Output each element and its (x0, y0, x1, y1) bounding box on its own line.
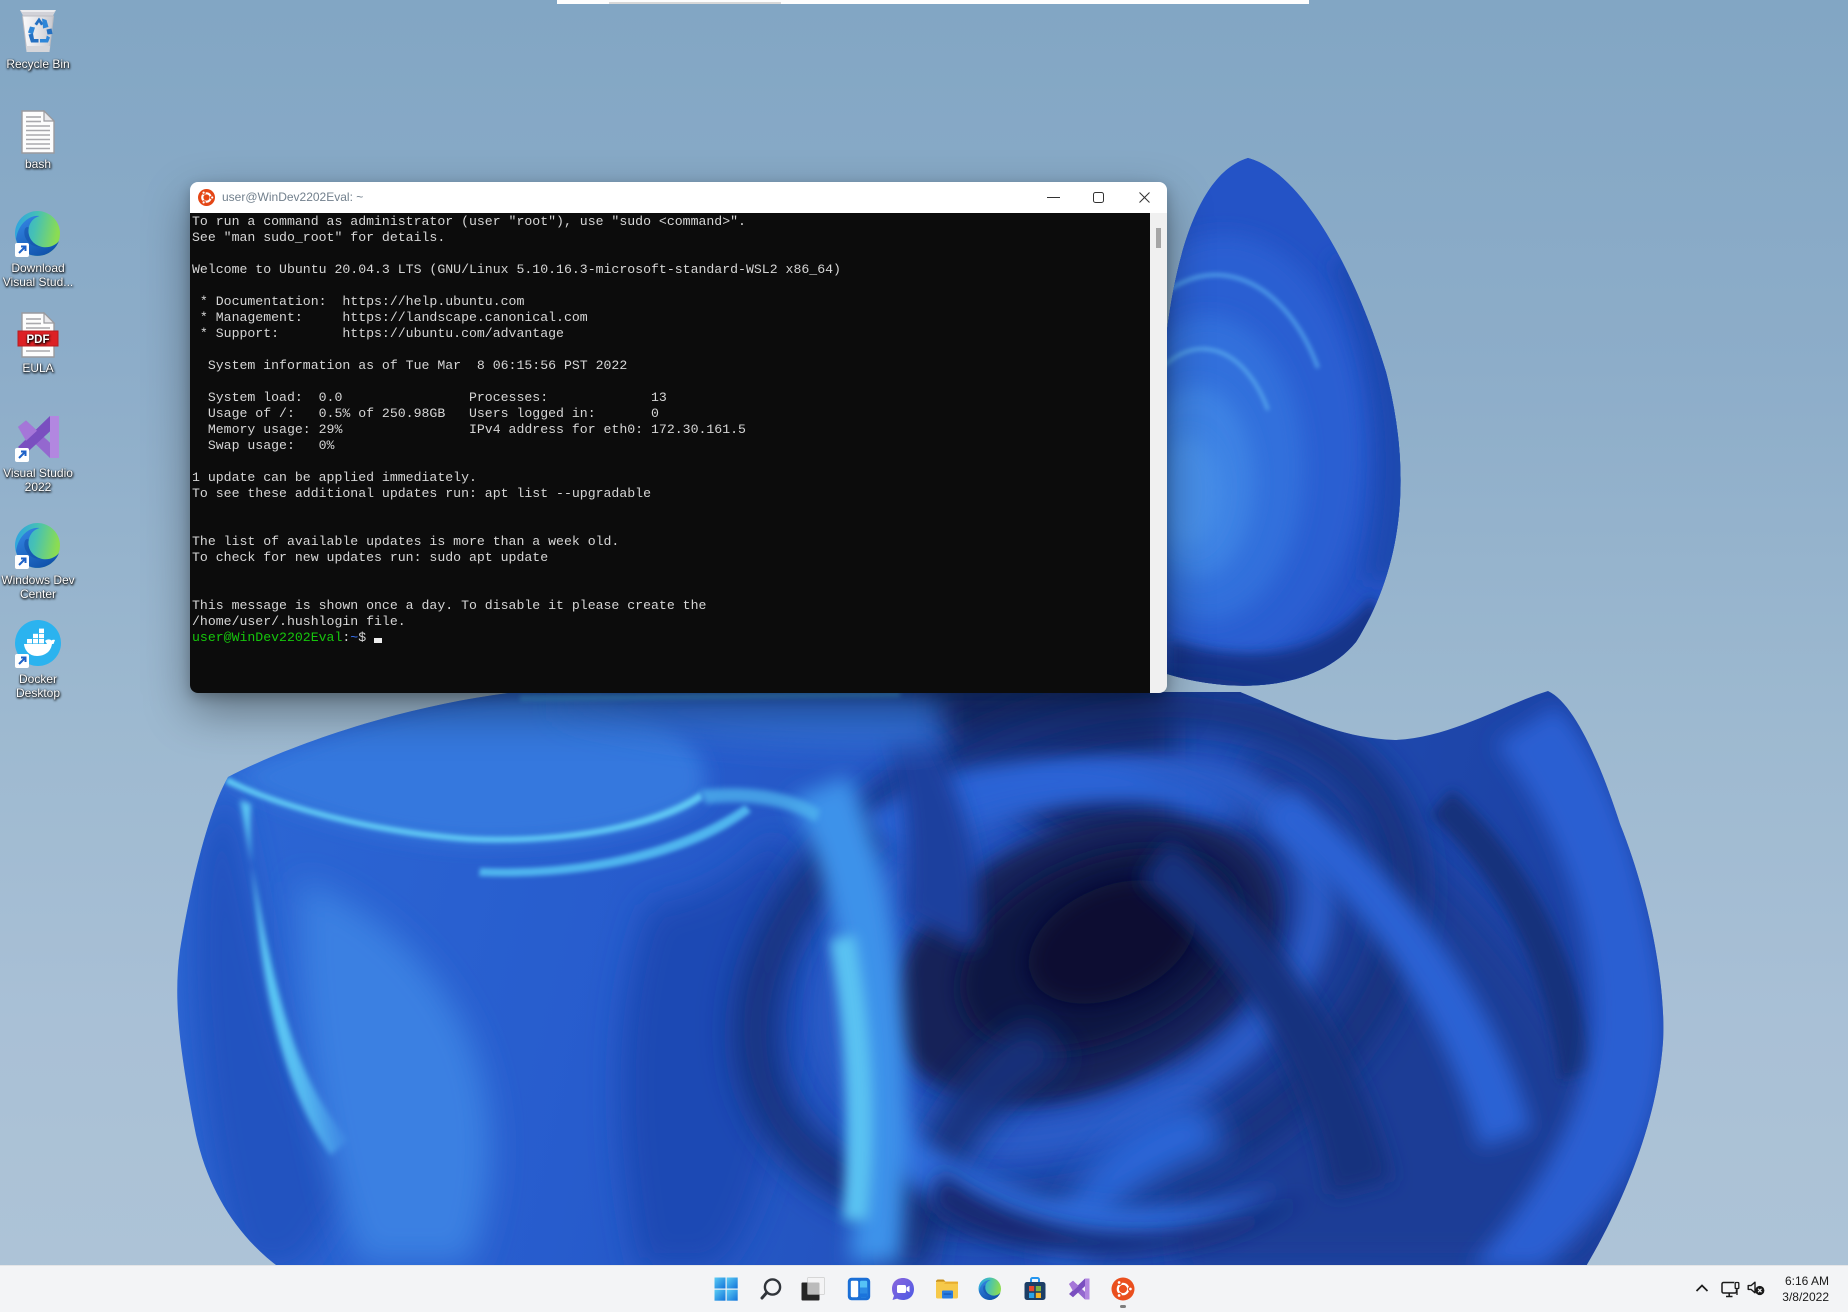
svg-text:PDF: PDF (27, 334, 50, 346)
